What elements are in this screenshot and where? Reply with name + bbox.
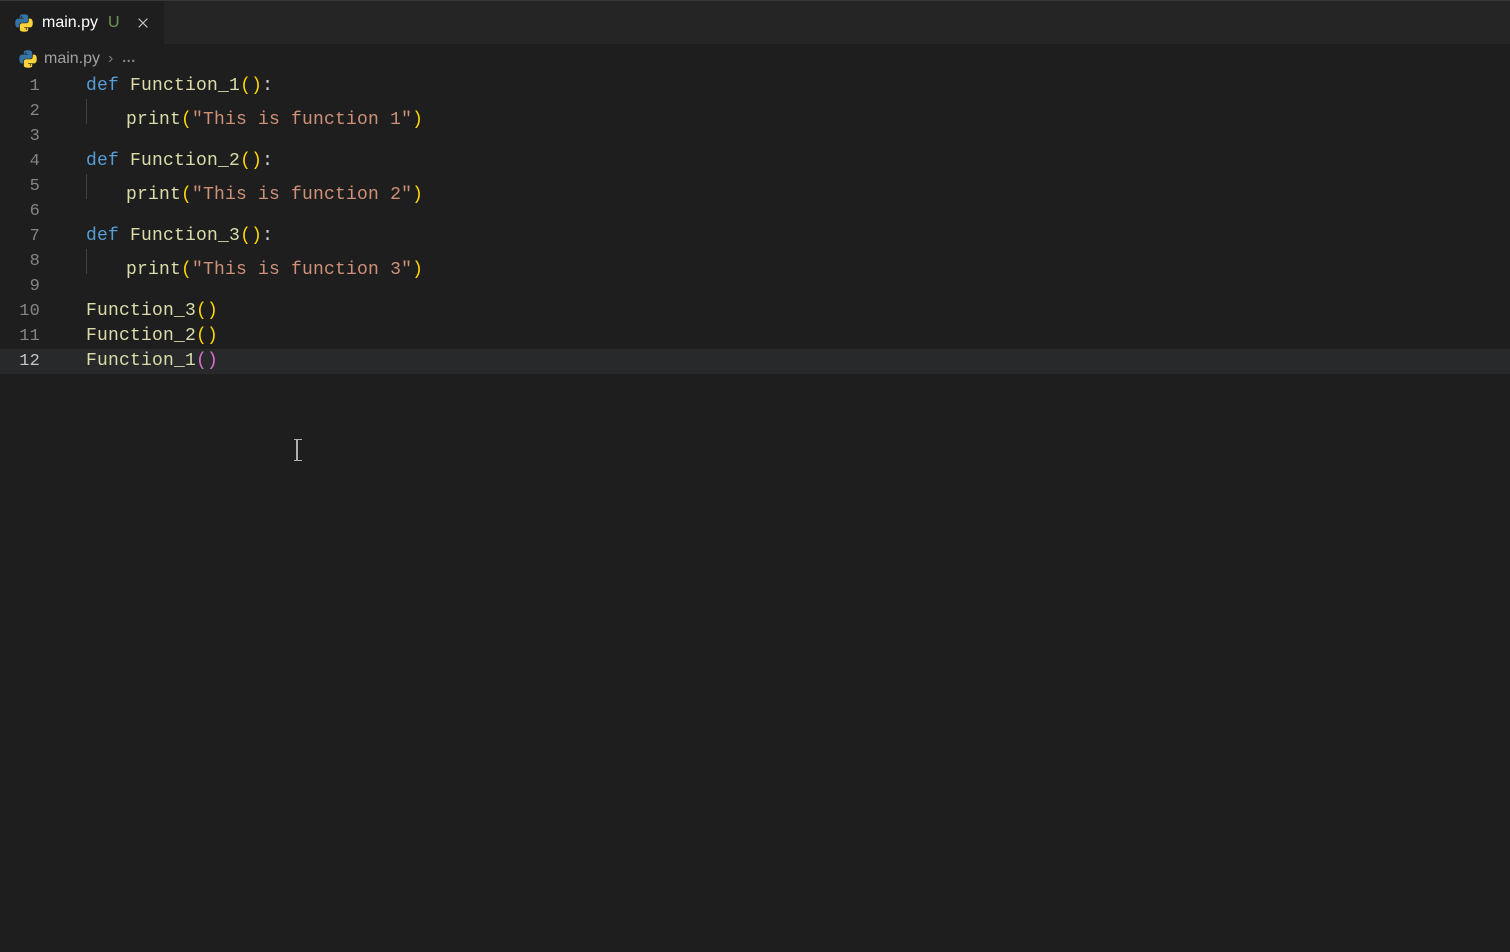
code-editor[interactable]: 1 def Function_1(): 2 print("This is fun…	[0, 74, 1510, 374]
tab-main-py[interactable]: main.py U	[0, 1, 165, 44]
close-tab-button[interactable]	[134, 14, 152, 32]
code-line[interactable]: 11 Function_2()	[0, 324, 1510, 349]
code-line[interactable]: 1 def Function_1():	[0, 74, 1510, 99]
editor-area[interactable]: 1 def Function_1(): 2 print("This is fun…	[0, 74, 1510, 952]
line-number: 12	[0, 349, 68, 374]
python-file-icon	[14, 13, 34, 33]
code-line[interactable]: 7 def Function_3():	[0, 224, 1510, 249]
breadcrumb-filename: main.py	[44, 50, 100, 68]
code-line[interactable]: 10 Function_3()	[0, 299, 1510, 324]
chevron-right-icon: ›	[108, 50, 113, 68]
code-line[interactable]: 8 print("This is function 3")	[0, 249, 1510, 274]
line-number: 11	[0, 324, 68, 349]
code-line[interactable]: 9	[0, 274, 1510, 299]
tab-bar: main.py U	[0, 0, 1510, 44]
code-line-current[interactable]: 12 Function_1()	[0, 349, 1510, 374]
line-number: 1	[0, 74, 68, 99]
line-number: 2	[0, 99, 68, 124]
line-number: 5	[0, 174, 68, 199]
tab-filename: main.py	[42, 14, 98, 32]
code-line[interactable]: 6	[0, 199, 1510, 224]
breadcrumb[interactable]: main.py › ...	[0, 44, 1510, 74]
line-number: 8	[0, 249, 68, 274]
line-number: 10	[0, 299, 68, 324]
code-line[interactable]: 3	[0, 124, 1510, 149]
code-line[interactable]: 4 def Function_2():	[0, 149, 1510, 174]
line-number: 3	[0, 124, 68, 149]
tab-status-unsaved: U	[108, 14, 120, 32]
line-number: 7	[0, 224, 68, 249]
code-line[interactable]: 5 print("This is function 2")	[0, 174, 1510, 199]
line-number: 4	[0, 149, 68, 174]
code-line[interactable]: 2 print("This is function 1")	[0, 99, 1510, 124]
line-number: 9	[0, 274, 68, 299]
line-number: 6	[0, 199, 68, 224]
python-file-icon	[18, 49, 38, 69]
text-cursor-icon	[296, 439, 298, 461]
close-icon	[136, 16, 150, 30]
